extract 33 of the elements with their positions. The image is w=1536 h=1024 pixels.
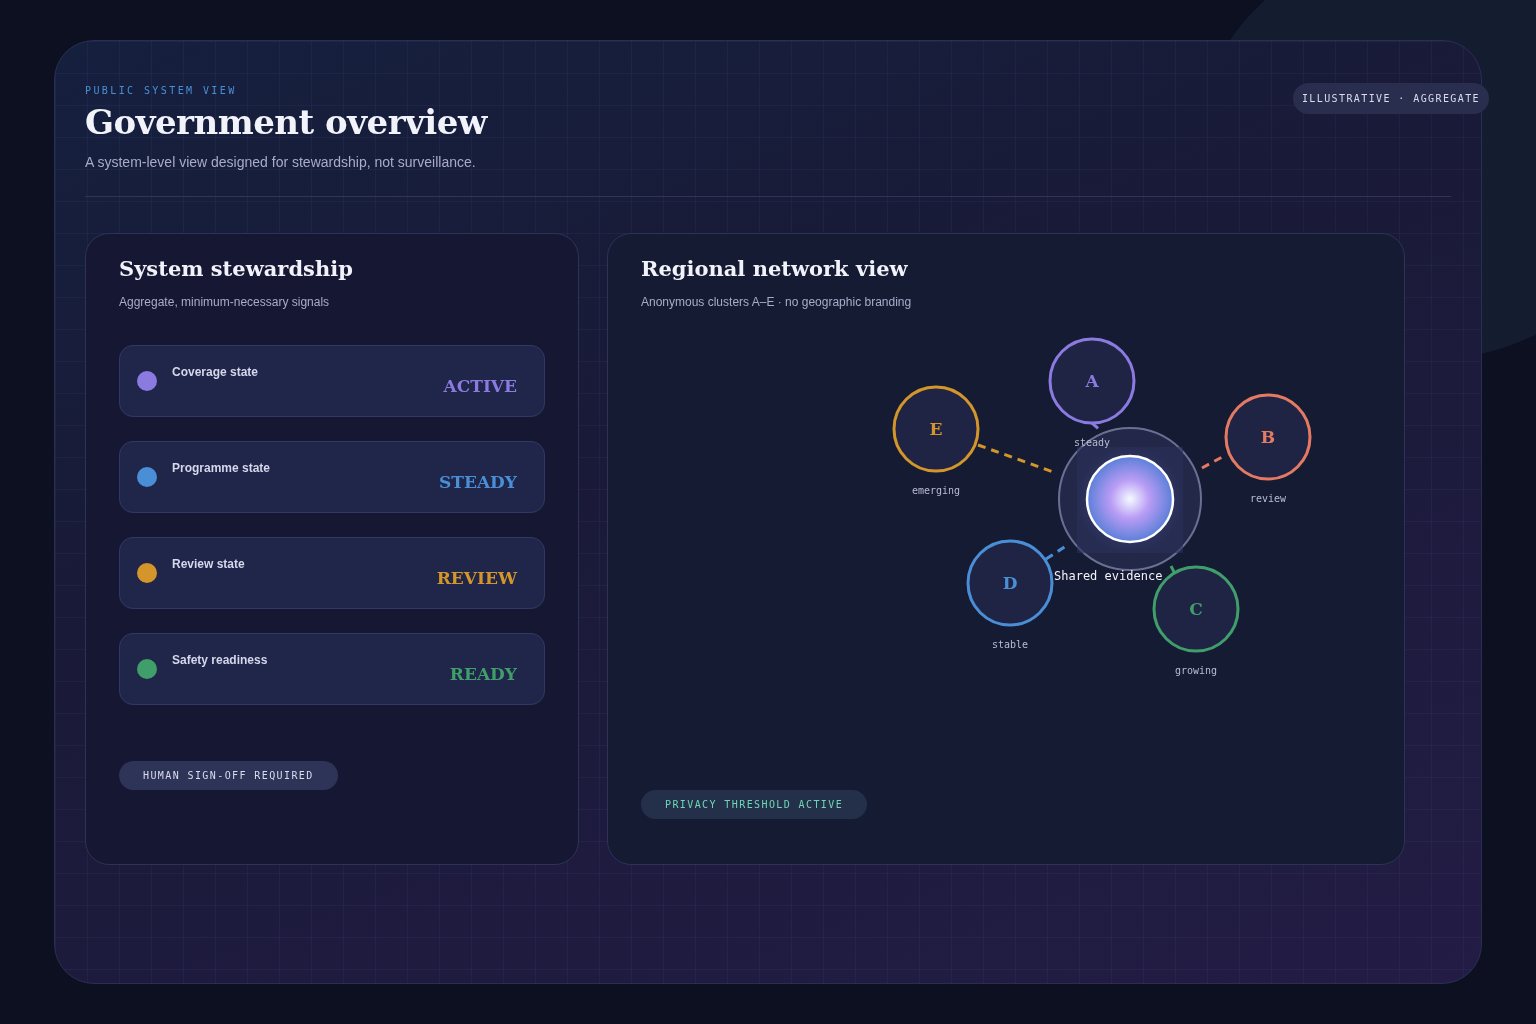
connector-line (1169, 565, 1177, 575)
cluster-status: review (1249, 493, 1287, 504)
cluster-status: growing (1174, 665, 1218, 676)
hub-label: Shared evidence (1054, 569, 1163, 583)
cluster-letter: B (1260, 427, 1276, 447)
signoff-badge: HUMAN SIGN-OFF REQUIRED (119, 761, 338, 790)
signal-status: STEADY (439, 472, 517, 492)
page-subtitle: A system-level view designed for stewardship, not surveillance. (85, 154, 477, 170)
signal-status: REVIEW (436, 568, 517, 588)
signal-status: ACTIVE (443, 376, 517, 396)
cluster-status: steady (1073, 437, 1111, 448)
cluster-letter: E (929, 419, 943, 439)
cluster-letter: A (1085, 371, 1099, 391)
signal-label: Coverage state (172, 365, 260, 379)
connector-line (1201, 454, 1225, 470)
card-title: Regional network view (641, 256, 909, 281)
connector-line (1045, 544, 1067, 561)
privacy-badge: PRIVACY THRESHOLD ACTIVE (641, 790, 868, 819)
cluster-letter: D (1002, 573, 1018, 593)
signal-label: Safety readiness (172, 653, 269, 667)
signal-status: READY (449, 664, 517, 684)
card-title: System stewardship (119, 256, 354, 281)
cluster-status: emerging (911, 485, 961, 496)
eyebrow-label: PUBLIC SYSTEM VIEW (85, 85, 238, 96)
cluster-letter: C (1189, 599, 1203, 619)
page-title: Government overview (85, 102, 489, 142)
card-subtitle: Anonymous clusters A–E · no geographic branding (641, 295, 913, 309)
connector-line (1091, 421, 1101, 432)
cluster-status: stable (991, 639, 1029, 650)
signal-label: Programme state (172, 461, 272, 475)
signal-label: Review state (172, 557, 246, 571)
mode-badge: ILLUSTRATIVE · AGGREGATE (1292, 83, 1489, 114)
card-subtitle: Aggregate, minimum-necessary signals (119, 295, 331, 309)
